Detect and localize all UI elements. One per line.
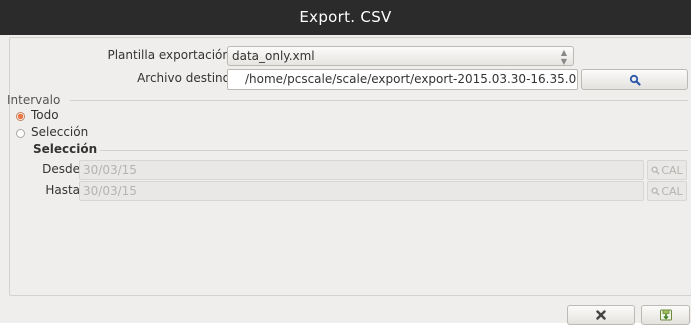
to-date-value: 30/03/15: [83, 184, 137, 198]
radio-todo-label: Todo: [31, 108, 59, 122]
radio-seleccion[interactable]: [16, 129, 25, 138]
from-calendar-button[interactable]: CAL: [647, 160, 687, 180]
from-label: Desde: [42, 162, 80, 176]
interval-divider: [70, 100, 688, 101]
from-date-field[interactable]: 30/03/15: [79, 160, 644, 180]
browse-button[interactable]: [581, 69, 688, 90]
from-date-value: 30/03/15: [83, 163, 137, 177]
select-arrows-icon: ▲ ▼: [560, 48, 567, 66]
radio-todo[interactable]: [16, 112, 25, 121]
selection-divider: [100, 150, 688, 151]
close-icon: [596, 310, 606, 320]
from-calendar-label: CAL: [661, 163, 683, 177]
search-icon: [651, 165, 660, 175]
to-calendar-button[interactable]: CAL: [647, 181, 687, 201]
search-icon: [651, 186, 660, 196]
content-panel: Plantilla exportación data_only.xml ▲ ▼ A…: [7, 37, 691, 296]
dest-file-field[interactable]: /home/pcscale/scale/export/export-2015.0…: [227, 69, 578, 90]
to-date-field[interactable]: 30/03/15: [79, 181, 644, 201]
to-calendar-label: CAL: [661, 184, 683, 198]
export-button[interactable]: [641, 305, 690, 325]
dialog-body: Plantilla exportación data_only.xml ▲ ▼ A…: [0, 35, 691, 325]
radio-seleccion-label: Selección: [31, 125, 89, 139]
dest-label: Archivo destino: [137, 71, 230, 85]
selection-group-title: Selección: [33, 142, 98, 156]
window-title-bar: Export. CSV: [0, 0, 691, 35]
template-select-value: data_only.xml: [232, 49, 315, 63]
search-icon: [629, 74, 641, 86]
template-label: Plantilla exportación: [107, 48, 230, 62]
save-icon: [659, 309, 672, 321]
cancel-button[interactable]: [567, 305, 635, 325]
interval-group-title: Intervalo: [7, 93, 61, 107]
template-select[interactable]: data_only.xml ▲ ▼: [227, 46, 574, 66]
dest-file-value: /home/pcscale/scale/export/export-2015.0…: [245, 72, 578, 86]
to-label: Hasta: [45, 183, 80, 197]
window-title: Export. CSV: [299, 8, 392, 26]
